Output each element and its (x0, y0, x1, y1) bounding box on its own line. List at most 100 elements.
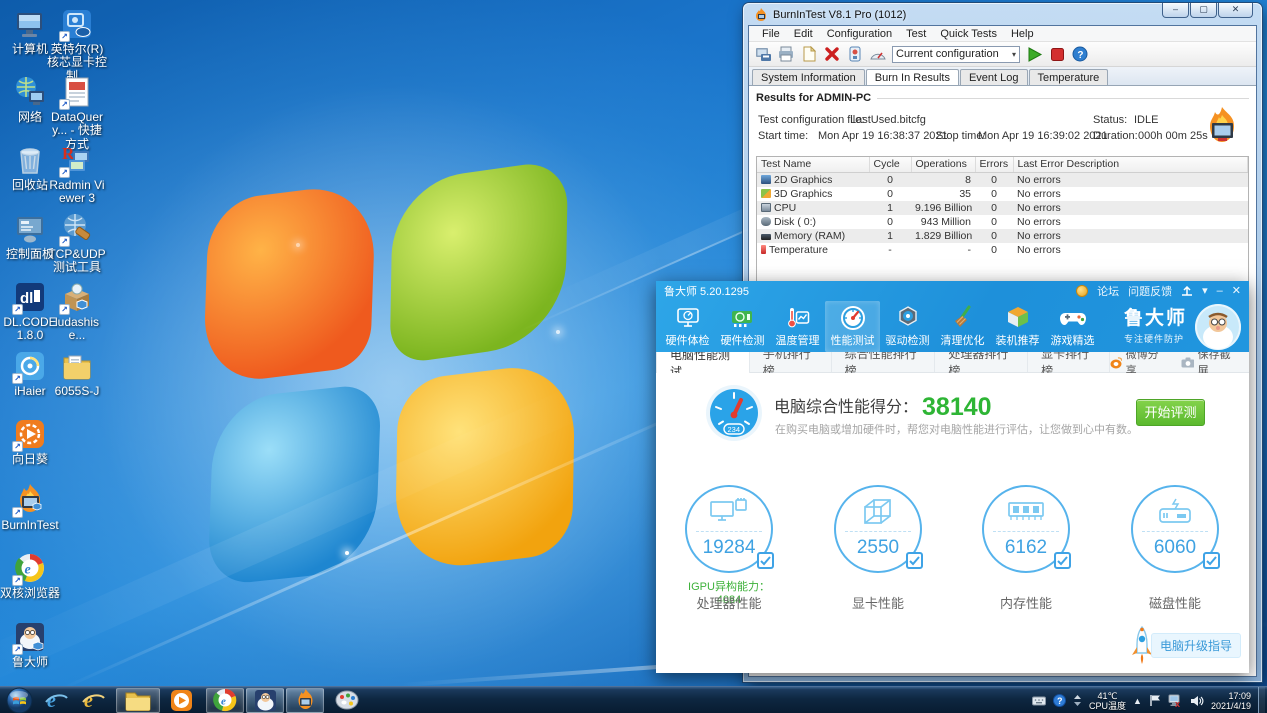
sparkle (345, 551, 349, 555)
burnintest-app-icon (754, 8, 768, 22)
help-tray-icon[interactable]: ? (1053, 694, 1066, 707)
taskbar-mediaplayer-button[interactable] (162, 688, 200, 713)
table-row[interactable]: CPU 1 9.196 Billion 0 No errors (757, 201, 1248, 215)
help-icon[interactable]: ? (1071, 45, 1089, 63)
tab-gpu-ranking[interactable]: 显卡排行榜 (1028, 352, 1110, 372)
table-row[interactable]: 2D Graphics 0 8 0 No errors (757, 172, 1248, 187)
gauge-icon[interactable] (869, 45, 887, 63)
taskbar-ie-button[interactable]: e (38, 688, 74, 713)
show-desktop-button[interactable] (1258, 687, 1265, 713)
volume-icon[interactable] (1190, 695, 1204, 707)
minimize-button[interactable]: – (1162, 3, 1189, 18)
burnintest-titlebar[interactable]: BurnInTest V8.1 Pro (1012) – ▢ ✕ (748, 3, 1257, 25)
disk-performance-card[interactable]: 6060 磁盘性能 (1129, 485, 1221, 612)
nav-hardware-checkup[interactable]: 硬件体检 (660, 301, 715, 352)
memory-checkbox[interactable] (1054, 552, 1071, 569)
print-icon[interactable] (777, 45, 795, 63)
col-cycle[interactable]: Cycle (869, 157, 911, 172)
taskbar-burnintest-button[interactable] (286, 688, 324, 713)
show-hidden-icons-button[interactable]: ▲ (1133, 696, 1142, 706)
menu-edit[interactable]: Edit (787, 28, 820, 40)
table-row[interactable]: Memory (RAM) 1 1.829 Billion 0 No errors (757, 229, 1248, 243)
cpu-checkbox[interactable] (757, 552, 774, 569)
taskbar: e e e ? 41℃ CPU温度 (0, 686, 1267, 713)
desktop-icon-burnintest[interactable]: ↗ BurnInTest (0, 483, 60, 532)
desktop-icon-ludashi[interactable]: ↗ 鲁大师 (0, 620, 60, 669)
upgrade-guide-button[interactable]: 电脑升级指导 (1129, 625, 1241, 665)
start-button[interactable] (0, 688, 38, 713)
delete-icon[interactable] (823, 45, 841, 63)
nav-driver-check[interactable]: 驱动检测 (880, 301, 935, 352)
tab-burn-in-results[interactable]: Burn In Results (866, 69, 959, 86)
desktop-icon-radmin[interactable]: R↗ Radmin Viewer 3 (47, 143, 107, 206)
table-row[interactable]: Disk ( 0:) 0 943 Million 0 No errors (757, 215, 1248, 229)
nav-cleanup[interactable]: 清理优化 (935, 301, 990, 352)
gpu-performance-card[interactable]: 2550 显卡性能 (832, 485, 924, 612)
nav-temperature[interactable]: 温度管理 (770, 301, 825, 352)
certificate-icon[interactable] (846, 45, 864, 63)
menu-configuration[interactable]: Configuration (820, 28, 899, 40)
desktop-icon-label: BurnInTest (0, 519, 60, 532)
updown-tray-icon[interactable] (1073, 695, 1082, 706)
tab-cpu-ranking[interactable]: 处理器排行榜 (935, 352, 1028, 372)
col-operations[interactable]: Operations (911, 157, 975, 172)
maximize-button[interactable]: ▢ (1190, 3, 1217, 18)
medal-icon[interactable] (1076, 285, 1088, 297)
cpu-temperature-indicator[interactable]: 41℃ CPU温度 (1089, 691, 1126, 711)
start-benchmark-button[interactable]: 开始评测 (1136, 399, 1205, 426)
nav-build-recommend[interactable]: 装机推荐 (990, 301, 1045, 352)
tab-pc-performance-test[interactable]: 电脑性能测试 (656, 352, 750, 373)
taskbar-explorer-button[interactable] (116, 688, 160, 713)
desktop-icon-dualcore-browser[interactable]: e↗ 双核浏览器 (0, 551, 60, 600)
col-errors[interactable]: Errors (975, 157, 1013, 172)
table-row[interactable]: 3D Graphics 0 35 0 No errors (757, 187, 1248, 201)
tab-overall-ranking[interactable]: 综合性能排行榜 (832, 352, 936, 372)
close-button[interactable]: ✕ (1232, 286, 1241, 297)
input-device-tray-icon[interactable] (1032, 696, 1046, 706)
close-button[interactable]: ✕ (1218, 3, 1253, 18)
tab-system-information[interactable]: System Information (752, 69, 865, 85)
taskbar-ludashi-button[interactable] (246, 688, 284, 713)
nav-performance-test[interactable]: 性能测试 (825, 301, 880, 352)
menu-test[interactable]: Test (899, 28, 933, 40)
col-test-name[interactable]: Test Name (757, 157, 869, 172)
gpu-checkbox[interactable] (906, 552, 923, 569)
cpu-performance-card[interactable]: 19284 IGPU异构能力：4084 处理器性能 (683, 485, 775, 612)
menu-quick-tests[interactable]: Quick Tests (933, 28, 1004, 40)
taskbar-ie64-button[interactable]: e (74, 688, 112, 713)
new-document-icon[interactable] (800, 45, 818, 63)
desktop-icon-sunlogin[interactable]: ↗ 向日葵 (0, 417, 60, 466)
taskbar-browser-button[interactable]: e (206, 688, 244, 713)
disk-checkbox[interactable] (1203, 552, 1220, 569)
tab-event-log[interactable]: Event Log (960, 69, 1028, 85)
nav-games[interactable]: 游戏精选 (1045, 301, 1100, 352)
tab-temperature[interactable]: Temperature (1029, 69, 1109, 85)
desktop-icon-folder-6055s[interactable]: 6055S-J (47, 349, 107, 398)
minimize-button[interactable]: – (1217, 286, 1223, 297)
stop-tests-icon[interactable] (1048, 45, 1066, 63)
clock[interactable]: 17:09 2021/4/19 (1211, 691, 1251, 711)
menu-help[interactable]: Help (1004, 28, 1041, 40)
save-results-icon[interactable] (754, 45, 772, 63)
ludashi-titlebar[interactable]: 鲁大师 5.20.1295 论坛 问题反馈 ▾ – ✕ (656, 281, 1249, 301)
menu-file[interactable]: File (755, 28, 787, 40)
action-center-flag-icon[interactable] (1149, 694, 1161, 707)
forum-link[interactable]: 论坛 (1097, 283, 1119, 299)
configuration-dropdown[interactable]: Current configuration ▾ (892, 46, 1020, 63)
table-row[interactable]: Temperature - - 0 No errors (757, 243, 1248, 257)
start-tests-icon[interactable] (1025, 45, 1043, 63)
menu-caret-icon[interactable]: ▾ (1202, 286, 1208, 297)
desktop-icon-ludashi-setup[interactable]: ↗ ludashise... (47, 280, 107, 343)
taskbar-paint-button[interactable] (328, 688, 366, 713)
feedback-link[interactable]: 问题反馈 (1128, 283, 1172, 299)
ludashi-tabrow: 电脑性能测试 手机排行榜 综合性能排行榜 处理器排行榜 显卡排行榜 微博分享 保… (656, 352, 1249, 373)
share-icon[interactable] (1181, 286, 1193, 297)
col-last-error[interactable]: Last Error Description (1013, 157, 1248, 172)
tab-phone-ranking[interactable]: 手机排行榜 (750, 352, 832, 372)
desktop-icon-intel-graphics[interactable]: ↗ 英特尔(R) 核芯显卡控制... (47, 7, 107, 83)
memory-performance-card[interactable]: 6162 内存性能 (980, 485, 1072, 612)
nav-hardware-test[interactable]: 硬件检测 (715, 301, 770, 352)
network-status-icon[interactable]: x (1168, 694, 1183, 707)
desktop-icon-dataquery[interactable]: ↗ DataQuery... - 快捷方式 (47, 75, 107, 151)
desktop-icon-tcpudp-tool[interactable]: ↗ TCP&UDP测试工具 (47, 212, 107, 275)
